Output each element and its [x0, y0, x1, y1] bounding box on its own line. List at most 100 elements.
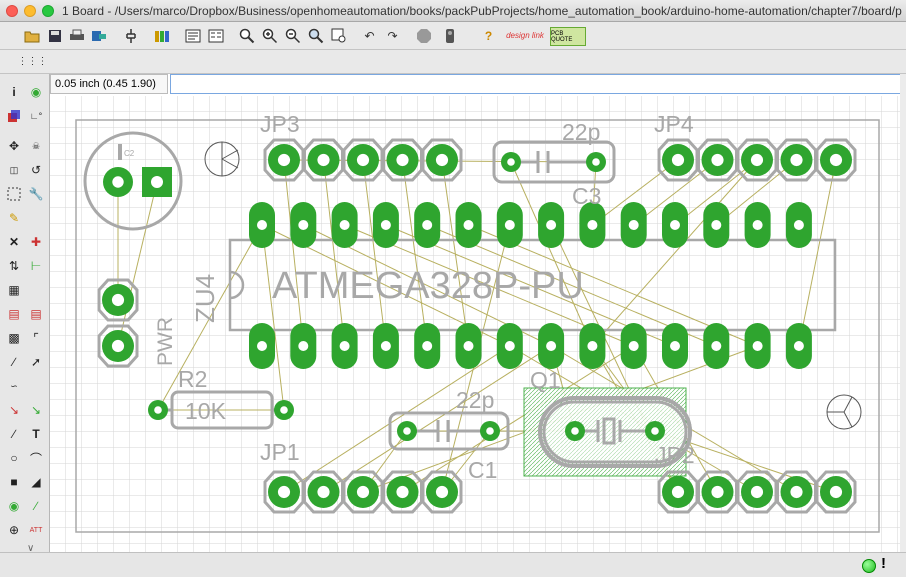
undo-icon[interactable]: ↶: [361, 27, 378, 44]
hole-icon[interactable]: ⊕: [4, 520, 24, 540]
cam-icon[interactable]: [90, 27, 107, 44]
jp3-pad-1-drill: [277, 153, 291, 167]
polygon-icon[interactable]: ◢: [26, 472, 46, 492]
route-icon[interactable]: ➚: [26, 352, 46, 372]
zoom-select-icon[interactable]: [307, 27, 324, 44]
ic-pin-bottom-2-drill: [298, 341, 309, 351]
rect-icon[interactable]: ■: [4, 472, 24, 492]
c2-pad-1-drill: [112, 176, 124, 188]
jp2-pad-5-drill: [829, 485, 843, 499]
label-r2: R2: [178, 366, 207, 392]
group-icon[interactable]: [4, 184, 24, 204]
jp1-pad-1-drill: [277, 485, 291, 499]
display-icon[interactable]: [4, 106, 24, 126]
help-icon[interactable]: ?: [480, 27, 497, 44]
command-line[interactable]: [170, 74, 906, 94]
coordinate-display: 0.05 inch (0.45 1.90): [50, 74, 168, 94]
save-icon[interactable]: [46, 27, 63, 44]
value-icon[interactable]: ▤: [26, 304, 46, 324]
split-icon[interactable]: ▩: [4, 328, 24, 348]
label-pwr: PWR: [154, 317, 177, 366]
ic-pin-bottom-5-drill: [422, 341, 433, 351]
replace-icon[interactable]: ⇅: [4, 256, 24, 276]
design-link-icon[interactable]: design link: [505, 27, 545, 44]
stop-icon[interactable]: [415, 27, 432, 44]
attribute-icon[interactable]: ATT: [26, 520, 46, 540]
minimize-window-button[interactable]: [24, 5, 36, 17]
mark-icon[interactable]: ∟°: [26, 106, 46, 126]
ripup-icon[interactable]: ↘: [4, 400, 24, 420]
print-icon[interactable]: [68, 27, 85, 44]
pcb-quote-icon[interactable]: PCB QUOTE: [550, 27, 586, 46]
label-c1: C1: [468, 457, 497, 483]
info-icon[interactable]: i: [4, 82, 24, 102]
ic-pin-top-5-drill: [422, 220, 433, 230]
ulp-icon[interactable]: [207, 27, 224, 44]
ic-pin-bottom-8-drill: [546, 341, 557, 351]
add-icon[interactable]: ✚: [26, 232, 46, 252]
label-chip: ATMEGA328P-PU: [272, 265, 584, 307]
wire-icon[interactable]: ∕: [4, 424, 24, 444]
via-icon[interactable]: ◉: [4, 496, 24, 516]
signal-icon[interactable]: ∕: [26, 496, 46, 516]
redraw-icon[interactable]: [330, 27, 347, 44]
zoom-fit-icon[interactable]: [238, 27, 255, 44]
ic-pin-top-12-drill: [711, 220, 722, 230]
status-led-icon: [862, 559, 876, 573]
vertical-scrollbar[interactable]: [900, 74, 906, 552]
go-icon[interactable]: [441, 27, 458, 44]
pwr-pad-1-drill: [111, 293, 125, 307]
arc-icon[interactable]: ⌒: [26, 448, 46, 468]
optimize-icon[interactable]: ∕: [4, 352, 24, 372]
script-icon[interactable]: [184, 27, 201, 44]
circle-icon[interactable]: ○: [4, 448, 24, 468]
smash-icon[interactable]: ▦: [4, 280, 24, 300]
label-c3: C3: [572, 183, 601, 209]
ic-pin-bottom-14-drill: [793, 341, 804, 351]
tool-sidebar: i ◉ ∟° ✥ ☠ ◫ ↺ 🔧 ✎ ✕ ✚ ⇅ ⊢ ▦ ▤ ▤ ▩ ⌜ ∕ ➚…: [0, 74, 50, 564]
meander-icon[interactable]: ∽: [4, 376, 24, 396]
library-icon[interactable]: [153, 27, 170, 44]
change-icon[interactable]: 🔧: [26, 184, 46, 204]
zoom-in-icon[interactable]: [261, 27, 278, 44]
grid-icon[interactable]: ⋮⋮⋮: [18, 53, 48, 70]
command-input[interactable]: [171, 76, 905, 94]
lock-icon[interactable]: ⊢: [26, 256, 46, 276]
schematic-icon[interactable]: [122, 27, 139, 44]
ic-pin-top-13-drill: [752, 220, 763, 230]
label-c1-value: 22p: [456, 387, 494, 413]
label-c3-value: 22p: [562, 119, 600, 145]
maximize-window-button[interactable]: [42, 5, 54, 17]
move-icon[interactable]: ✥: [4, 136, 24, 156]
jp2-pad-2-drill: [711, 485, 724, 499]
ic-pin-bottom-3-drill: [339, 341, 350, 351]
window-title: 1 Board - /Users/marco/Dropbox/Business/…: [62, 4, 902, 18]
miter-icon[interactable]: ⌜: [26, 328, 46, 348]
redo-icon[interactable]: ↷: [384, 27, 401, 44]
status-bar: [0, 552, 906, 577]
close-window-button[interactable]: [6, 5, 18, 17]
pcb-canvas[interactable]: JP3 JP4 JP1 JP2 22p C3 22p C1 Q1 R2 10K …: [50, 96, 900, 552]
open-icon[interactable]: [23, 27, 40, 44]
ic-pin-top-11-drill: [670, 220, 680, 230]
ic-pin-bottom-6-drill: [463, 341, 474, 351]
zoom-out-icon[interactable]: [284, 27, 301, 44]
ic-pin-top-10-drill: [628, 220, 639, 230]
jp3-pad-3-drill: [356, 153, 370, 167]
jp1-pad-5-drill: [435, 485, 449, 499]
label-jp4: JP4: [654, 111, 694, 137]
rotate-icon[interactable]: ↺: [26, 160, 46, 180]
ic-pin-top-7-drill: [504, 220, 515, 230]
copy-icon[interactable]: ☠: [26, 136, 46, 156]
mirror-icon[interactable]: ◫: [4, 160, 24, 180]
paste-icon[interactable]: ✎: [4, 208, 24, 228]
label-c2: C2: [124, 149, 135, 158]
text-icon[interactable]: T: [26, 424, 46, 444]
autoroute-icon[interactable]: ↘: [26, 400, 46, 420]
jp2-pad-4-drill: [790, 485, 803, 499]
delete-icon[interactable]: ✕: [4, 232, 24, 252]
main-toolbar: ↶ ↷ ? design link PCB QUOTE: [0, 22, 906, 50]
name-icon[interactable]: ▤: [4, 304, 24, 324]
show-icon[interactable]: ◉: [26, 82, 46, 102]
ic-pin-top-6-drill: [463, 220, 474, 230]
